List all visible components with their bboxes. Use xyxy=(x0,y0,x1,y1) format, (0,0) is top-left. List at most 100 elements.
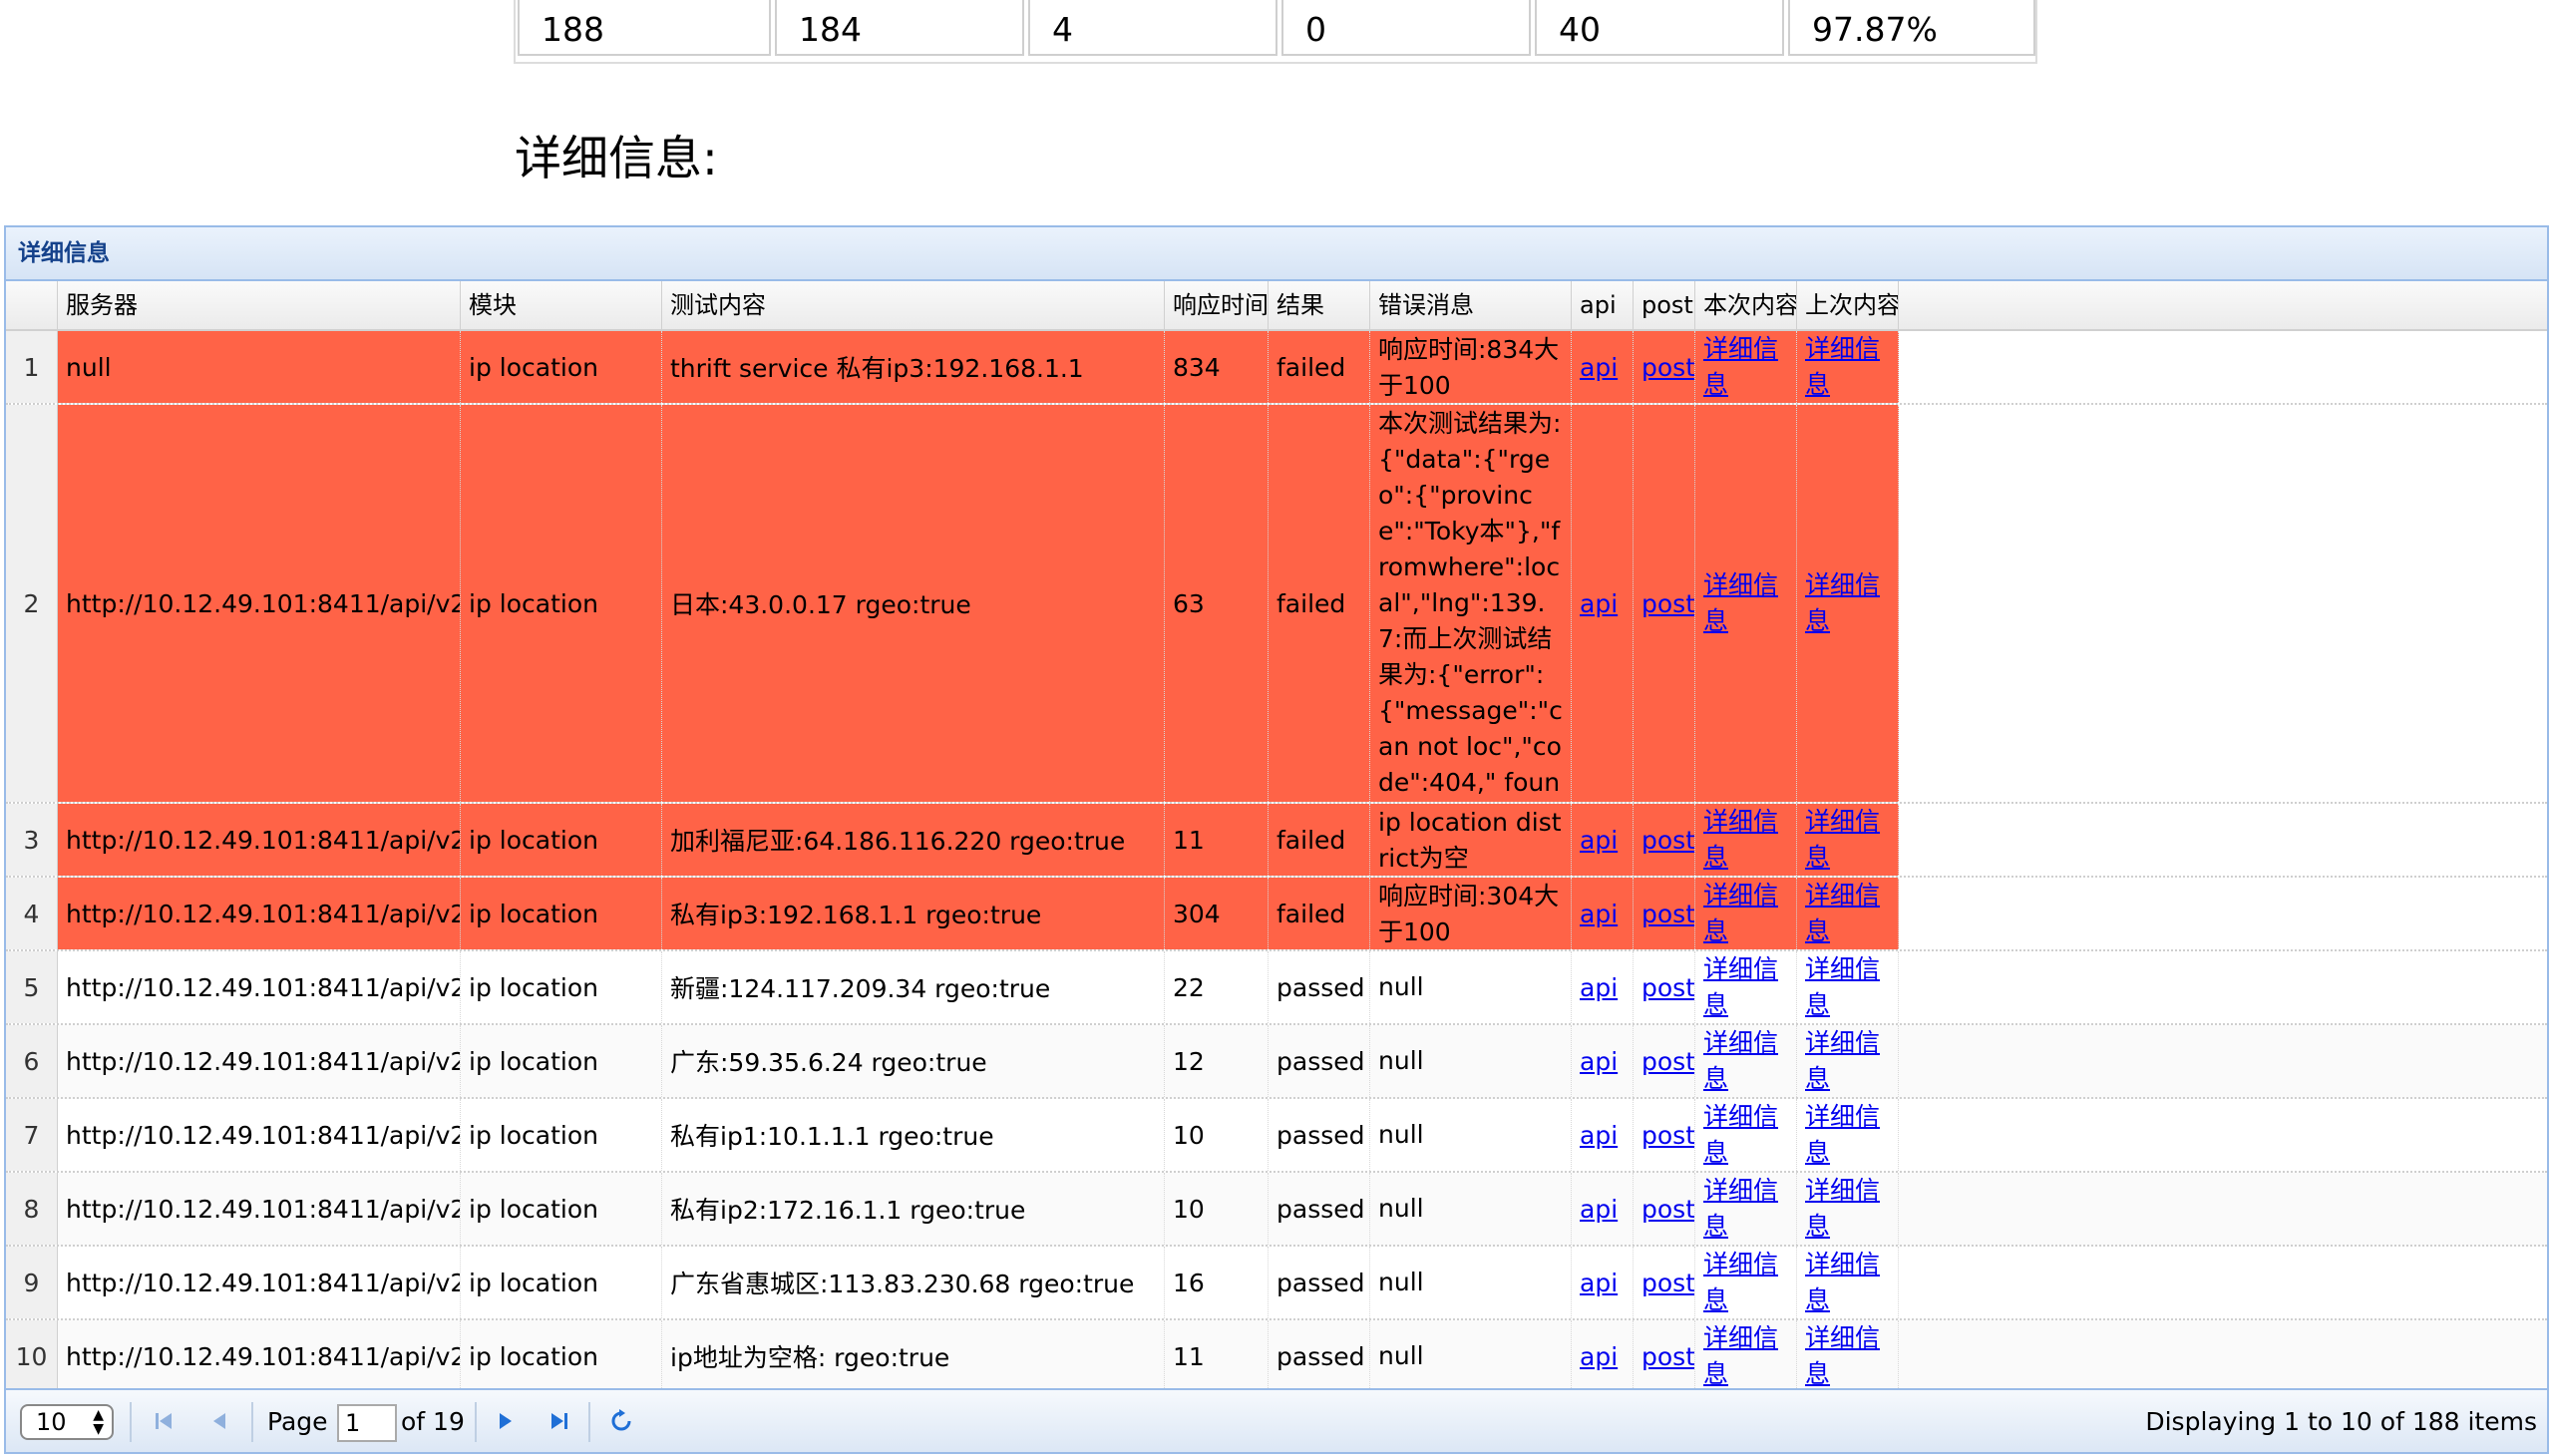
previous-detail-link[interactable]: 详细信息 xyxy=(1805,567,1890,639)
current-detail-link[interactable]: 详细信息 xyxy=(1703,331,1788,403)
cell-server: http://10.12.49.101:8411/api/v2/ip xyxy=(58,1025,461,1097)
col-header-post[interactable]: post xyxy=(1634,281,1695,329)
post-link[interactable]: post xyxy=(1641,353,1694,382)
cell-error-message: null xyxy=(1370,1025,1572,1097)
refresh-button[interactable] xyxy=(608,1390,634,1452)
api-link[interactable]: api xyxy=(1580,1269,1618,1297)
current-detail-link-cell: 详细信息 xyxy=(1695,1320,1797,1392)
api-link[interactable]: api xyxy=(1580,973,1618,1002)
cell-module: ip location xyxy=(461,1320,662,1392)
post-link-cell: post xyxy=(1634,1025,1695,1097)
post-link[interactable]: post xyxy=(1641,1195,1694,1224)
col-header-previous[interactable]: 上次内容 xyxy=(1797,281,1899,329)
previous-detail-link[interactable]: 详细信息 xyxy=(1805,804,1890,876)
table-row[interactable]: 10 http://10.12.49.101:8411/api/v2/ip ip l… xyxy=(6,1320,2547,1394)
row-number: 3 xyxy=(6,804,58,876)
current-detail-link[interactable]: 详细信息 xyxy=(1703,804,1788,876)
post-link[interactable]: post xyxy=(1641,973,1694,1002)
cell-content: 新疆:124.117.209.34 rgeo:true xyxy=(662,951,1165,1023)
current-detail-link[interactable]: 详细信息 xyxy=(1703,567,1788,639)
previous-detail-link-cell: 详细信息 xyxy=(1797,1099,1899,1171)
current-detail-link-cell: 详细信息 xyxy=(1695,1099,1797,1171)
api-link[interactable]: api xyxy=(1580,900,1618,928)
cell-module: ip location xyxy=(461,405,662,802)
table-row[interactable]: 3 http://10.12.49.101:8411/api/v2/ip ip lo… xyxy=(6,804,2547,878)
prev-page-icon xyxy=(213,1413,225,1429)
cell-module: ip location xyxy=(461,1173,662,1245)
error-message-text: null xyxy=(1378,1268,1424,1296)
current-detail-link[interactable]: 详细信息 xyxy=(1703,1247,1788,1318)
post-link-cell: post xyxy=(1634,951,1695,1023)
page-label: Page xyxy=(267,1406,328,1436)
post-link[interactable]: post xyxy=(1641,589,1694,618)
prev-page-button[interactable] xyxy=(207,1390,233,1452)
current-detail-link[interactable]: 详细信息 xyxy=(1703,1173,1788,1245)
cell-content: 日本:43.0.0.17 rgeo:true xyxy=(662,405,1165,802)
table-row[interactable]: 6 http://10.12.49.101:8411/api/v2/ip ip lo… xyxy=(6,1025,2547,1099)
error-message-text: null xyxy=(1378,972,1424,1001)
previous-detail-link[interactable]: 详细信息 xyxy=(1805,1173,1890,1245)
previous-detail-link[interactable]: 详细信息 xyxy=(1805,1025,1890,1097)
cell-server: http://10.12.49.101:8411/api/v2/ip xyxy=(58,405,461,802)
api-link-cell: api xyxy=(1572,405,1634,802)
cell-response-time: 10 xyxy=(1165,1099,1269,1171)
first-page-button[interactable] xyxy=(152,1390,178,1452)
cell-result: passed xyxy=(1269,1247,1370,1318)
next-page-button[interactable] xyxy=(493,1390,519,1452)
post-link[interactable]: post xyxy=(1641,1342,1694,1371)
col-header-response-time[interactable]: 响应时间 xyxy=(1165,281,1269,329)
post-link[interactable]: post xyxy=(1641,1047,1694,1076)
post-link[interactable]: post xyxy=(1641,1269,1694,1297)
previous-detail-link[interactable]: 详细信息 xyxy=(1805,1320,1890,1392)
cell-error-message: null xyxy=(1370,1320,1572,1392)
current-detail-link[interactable]: 详细信息 xyxy=(1703,1099,1788,1171)
api-link[interactable]: api xyxy=(1580,826,1618,855)
api-link[interactable]: api xyxy=(1580,1047,1618,1076)
row-number: 4 xyxy=(6,878,58,949)
table-row[interactable]: 7 http://10.12.49.101:8411/api/v2/ip ip lo… xyxy=(6,1099,2547,1173)
cell-content: 加利福尼亚:64.186.116.220 rgeo:true xyxy=(662,804,1165,876)
cell-result: passed xyxy=(1269,1320,1370,1392)
last-page-button[interactable] xyxy=(547,1390,572,1452)
current-detail-link[interactable]: 详细信息 xyxy=(1703,878,1788,949)
current-detail-link[interactable]: 详细信息 xyxy=(1703,951,1788,1023)
current-detail-link[interactable]: 详细信息 xyxy=(1703,1025,1788,1097)
previous-detail-link[interactable]: 详细信息 xyxy=(1805,331,1890,403)
col-header-content[interactable]: 测试内容 xyxy=(662,281,1165,329)
previous-detail-link[interactable]: 详细信息 xyxy=(1805,951,1890,1023)
post-link[interactable]: post xyxy=(1641,900,1694,928)
post-link[interactable]: post xyxy=(1641,1121,1694,1150)
table-row[interactable]: 5 http://10.12.49.101:8411/api/v2/ip ip lo… xyxy=(6,951,2547,1025)
table-row[interactable]: 1 null ip location thrift service 私有ip3:192… xyxy=(6,331,2547,405)
previous-detail-link[interactable]: 详细信息 xyxy=(1805,878,1890,949)
col-header-current[interactable]: 本次内容 xyxy=(1695,281,1797,329)
col-header-server[interactable]: 服务器 xyxy=(58,281,461,329)
previous-detail-link[interactable]: 详细信息 xyxy=(1805,1247,1890,1318)
page-number-input[interactable]: 1 xyxy=(337,1404,397,1442)
cell-result: passed xyxy=(1269,1173,1370,1245)
table-row[interactable]: 8 http://10.12.49.101:8411/api/v2/ip ip lo… xyxy=(6,1173,2547,1247)
table-row[interactable]: 2 http://10.12.49.101:8411/api/v2/ip ip lo… xyxy=(6,405,2547,804)
table-row[interactable]: 9 http://10.12.49.101:8411/api/v2/ip ip lo… xyxy=(6,1247,2547,1320)
page-size-select[interactable]: 10 ▲ ▼ xyxy=(20,1404,114,1440)
api-link[interactable]: api xyxy=(1580,1121,1618,1150)
post-link-cell: post xyxy=(1634,1099,1695,1171)
cell-result: passed xyxy=(1269,1025,1370,1097)
api-link[interactable]: api xyxy=(1580,1195,1618,1224)
current-detail-link[interactable]: 详细信息 xyxy=(1703,1320,1788,1392)
cell-module: ip location xyxy=(461,951,662,1023)
api-link[interactable]: api xyxy=(1580,1342,1618,1371)
cell-response-time: 16 xyxy=(1165,1247,1269,1318)
api-link[interactable]: api xyxy=(1580,589,1618,618)
table-row[interactable]: 4 http://10.12.49.101:8411/api/v2/ip ip lo… xyxy=(6,878,2547,951)
current-detail-link-cell: 详细信息 xyxy=(1695,1247,1797,1318)
previous-detail-link[interactable]: 详细信息 xyxy=(1805,1099,1890,1171)
api-link[interactable]: api xyxy=(1580,353,1618,382)
col-header-error[interactable]: 错误消息 xyxy=(1370,281,1572,329)
row-number: 8 xyxy=(6,1173,58,1245)
cell-module: ip location xyxy=(461,804,662,876)
col-header-result[interactable]: 结果 xyxy=(1269,281,1370,329)
col-header-api[interactable]: api xyxy=(1572,281,1634,329)
post-link[interactable]: post xyxy=(1641,826,1694,855)
col-header-module[interactable]: 模块 xyxy=(461,281,662,329)
